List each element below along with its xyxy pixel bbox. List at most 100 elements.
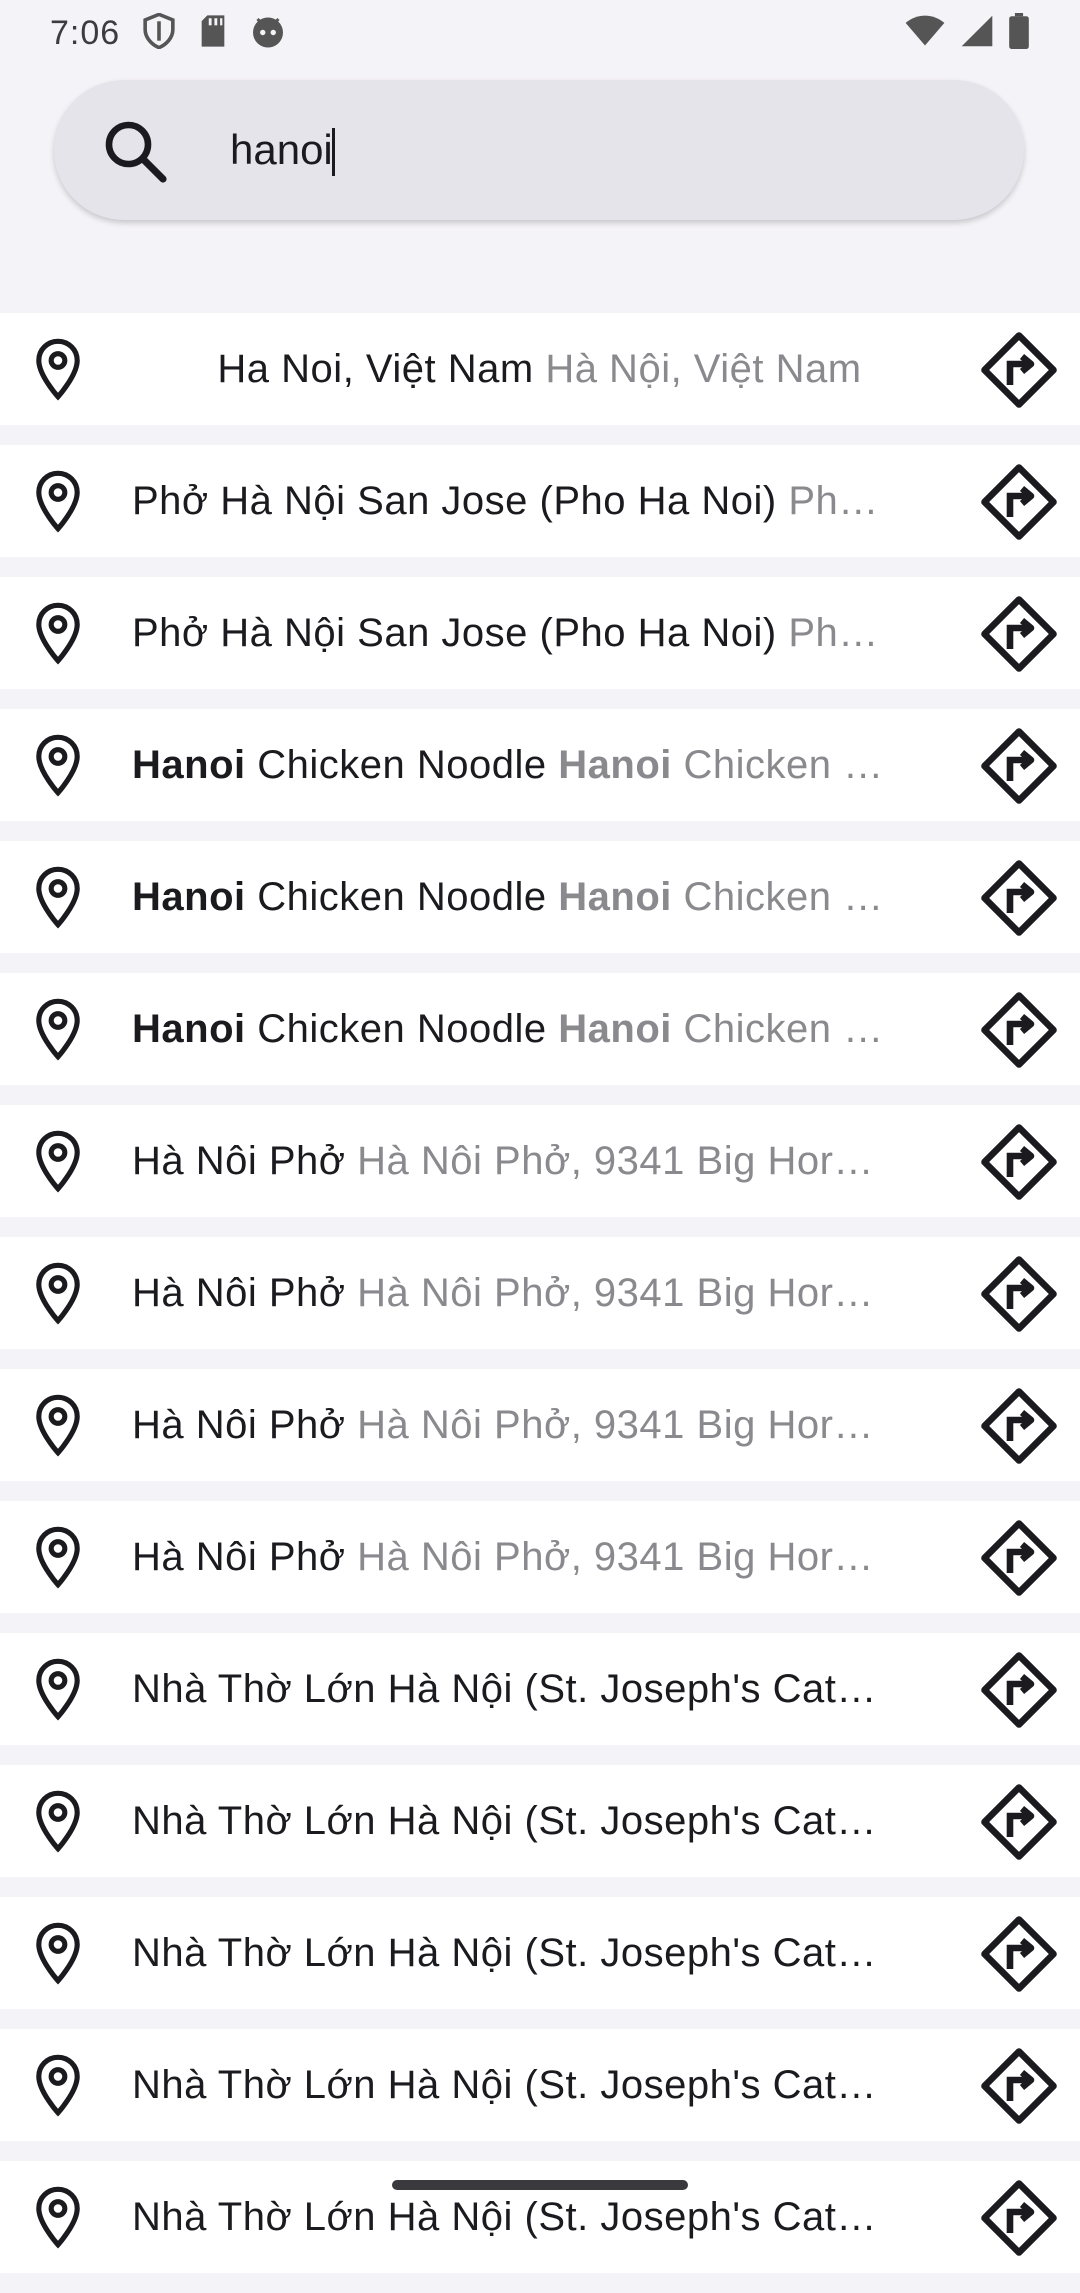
result-primary: Nhà Thờ Lớn Hà Nội (St. Joseph's Cat…	[132, 1931, 877, 1975]
result-text: Phở Hà Nội San Jose (Pho Ha Noi) Ph…	[132, 445, 947, 557]
result-primary-match: Hanoi	[132, 1007, 246, 1051]
directions-icon[interactable]	[980, 1387, 1058, 1470]
result-secondary: Ph…	[788, 479, 879, 523]
result-text: Nhà Thờ Lớn Hà Nội (St. Joseph's Cat…	[132, 1897, 947, 2009]
wifi-icon	[904, 14, 946, 53]
location-pin-icon	[32, 1525, 84, 1594]
result-row[interactable]: Hanoi Chicken Noodle Hanoi Chicken …	[0, 973, 1080, 1085]
directions-icon[interactable]	[980, 1123, 1058, 1206]
result-row[interactable]: Hà Nôi Phở Hà Nôi Phở, 9341 Big Hor…	[0, 1369, 1080, 1481]
results-list[interactable]: Ha Noi, Việt Nam Hà Nội, Việt Nam Phở Hà …	[0, 313, 1080, 2293]
status-bar: 7:06	[0, 0, 1080, 66]
result-secondary: Hà Nôi Phở, 9341 Big Hor…	[357, 1139, 874, 1183]
result-row[interactable]: Nhà Thờ Lớn Hà Nội (St. Joseph's Cat…	[0, 1897, 1080, 2009]
result-secondary-match: Hanoi	[558, 875, 672, 919]
result-secondary-match: Hanoi	[558, 743, 672, 787]
result-primary: Chicken Noodle	[257, 875, 547, 919]
result-primary: Nhà Thờ Lớn Hà Nội (St. Joseph's Cat…	[132, 2063, 877, 2107]
result-row[interactable]: Nhà Thờ Lớn Hà Nội (St. Joseph's Cat…	[0, 2161, 1080, 2273]
directions-icon[interactable]	[980, 1651, 1058, 1734]
result-primary-match: Hanoi	[132, 875, 246, 919]
text-caret	[332, 128, 335, 176]
location-pin-icon	[32, 1393, 84, 1462]
result-primary: Phở Hà Nội San Jose (Pho Ha Noi)	[132, 479, 777, 523]
result-text: Nhà Thờ Lớn Hà Nội (St. Joseph's Cat…	[132, 2161, 947, 2273]
result-secondary: Chicken …	[683, 1007, 884, 1051]
result-primary: Nhà Thờ Lớn Hà Nội (St. Joseph's Cat…	[132, 1799, 877, 1843]
result-primary: Hà Nôi Phở	[132, 1139, 346, 1183]
directions-icon[interactable]	[980, 2047, 1058, 2130]
result-text: Hanoi Chicken Noodle Hanoi Chicken …	[132, 709, 947, 821]
result-row[interactable]: Hà Nôi Phở Hà Nôi Phở, 9341 Big Hor…	[0, 1105, 1080, 1217]
search-icon[interactable]	[100, 116, 172, 193]
status-left: 7:06	[50, 11, 286, 54]
location-pin-icon	[32, 1261, 84, 1330]
status-time: 7:06	[50, 13, 121, 52]
result-row[interactable]: Nhà Thờ Lớn Hà Nội (St. Joseph's Cat…	[0, 2029, 1080, 2141]
result-text: Hanoi Chicken Noodle Hanoi Chicken …	[132, 973, 947, 1085]
result-secondary: Chicken …	[683, 875, 884, 919]
result-row[interactable]: Nhà Thờ Lớn Hà Nội (St. Joseph's Cat…	[0, 1633, 1080, 1745]
location-pin-icon	[32, 469, 84, 538]
location-pin-icon	[32, 1921, 84, 1990]
directions-icon[interactable]	[980, 2179, 1058, 2262]
location-pin-icon	[32, 1129, 84, 1198]
result-primary: Hà Nôi Phở	[132, 1403, 346, 1447]
result-secondary: Chicken …	[683, 743, 884, 787]
result-text: Phở Hà Nội San Jose (Pho Ha Noi) Ph…	[132, 577, 947, 689]
result-text: Nhà Thờ Lớn Hà Nội (St. Joseph's Cat…	[132, 1633, 947, 1745]
directions-icon[interactable]	[980, 1255, 1058, 1338]
location-pin-icon	[32, 733, 84, 802]
result-text: Hanoi Chicken Noodle Hanoi Chicken …	[132, 841, 947, 953]
directions-icon[interactable]	[980, 859, 1058, 942]
result-secondary: Ph…	[788, 611, 879, 655]
result-primary: Chicken Noodle	[257, 743, 547, 787]
home-indicator[interactable]	[392, 2180, 688, 2190]
result-row[interactable]: Phở Hà Nội San Jose (Pho Ha Noi) Ph…	[0, 577, 1080, 689]
location-pin-icon	[32, 865, 84, 934]
directions-icon[interactable]	[980, 727, 1058, 810]
result-row[interactable]: Hà Nôi Phở Hà Nôi Phở, 9341 Big Hor…	[0, 1501, 1080, 1613]
result-secondary: Hà Nôi Phở, 9341 Big Hor…	[357, 1403, 874, 1447]
result-text: Hà Nôi Phở Hà Nôi Phở, 9341 Big Hor…	[132, 1501, 947, 1613]
result-primary: Phở Hà Nội San Jose (Pho Ha Noi)	[132, 611, 777, 655]
directions-icon[interactable]	[980, 1519, 1058, 1602]
result-primary: Nhà Thờ Lớn Hà Nội (St. Joseph's Cat…	[132, 1667, 877, 1711]
result-row[interactable]: Hanoi Chicken Noodle Hanoi Chicken …	[0, 709, 1080, 821]
search-bar[interactable]	[54, 80, 1024, 220]
result-row[interactable]: Nhà Thờ Lớn Hà Nội (St. Joseph's Cat…	[0, 1765, 1080, 1877]
directions-icon[interactable]	[980, 595, 1058, 678]
result-text: Hà Nôi Phở Hà Nôi Phở, 9341 Big Hor…	[132, 1237, 947, 1349]
result-row[interactable]: Phở Hà Nội San Jose (Pho Ha Noi) Ph…	[0, 445, 1080, 557]
shield-icon	[142, 11, 176, 54]
result-text: Ha Noi, Việt Nam Hà Nội, Việt Nam	[132, 313, 947, 425]
result-row[interactable]: Ha Noi, Việt Nam Hà Nội, Việt Nam	[0, 313, 1080, 425]
result-primary: Hà Nôi Phở	[132, 1535, 346, 1579]
result-text: Nhà Thờ Lớn Hà Nội (St. Joseph's Cat…	[132, 2029, 947, 2141]
result-text: Nhà Thờ Lớn Hà Nội (St. Joseph's Cat…	[132, 1765, 947, 1877]
location-pin-icon	[32, 337, 84, 406]
location-pin-icon	[32, 1657, 84, 1726]
result-secondary-match: Hanoi	[558, 1007, 672, 1051]
result-primary: Ha Noi, Việt Nam	[217, 347, 534, 391]
location-pin-icon	[32, 997, 84, 1066]
result-row[interactable]: Hanoi Chicken Noodle Hanoi Chicken …	[0, 841, 1080, 953]
result-text: Hà Nôi Phở Hà Nôi Phở, 9341 Big Hor…	[132, 1105, 947, 1217]
result-secondary: Hà Nôi Phở, 9341 Big Hor…	[357, 1535, 874, 1579]
directions-icon[interactable]	[980, 463, 1058, 546]
result-primary-match: Hanoi	[132, 743, 246, 787]
signal-icon	[960, 14, 994, 53]
search-input[interactable]	[230, 120, 970, 180]
location-pin-icon	[32, 2053, 84, 2122]
location-pin-icon	[32, 1789, 84, 1858]
result-row[interactable]: Hà Nôi Phở Hà Nôi Phở, 9341 Big Hor…	[0, 1237, 1080, 1349]
directions-icon[interactable]	[980, 1783, 1058, 1866]
directions-icon[interactable]	[980, 991, 1058, 1074]
android-face-icon	[250, 13, 286, 54]
result-primary: Nhà Thờ Lớn Hà Nội (St. Joseph's Cat…	[132, 2195, 877, 2239]
directions-icon[interactable]	[980, 1915, 1058, 1998]
directions-icon[interactable]	[980, 331, 1058, 414]
location-pin-icon	[32, 601, 84, 670]
result-secondary: Hà Nội, Việt Nam	[545, 347, 862, 391]
result-primary: Hà Nôi Phở	[132, 1271, 346, 1315]
